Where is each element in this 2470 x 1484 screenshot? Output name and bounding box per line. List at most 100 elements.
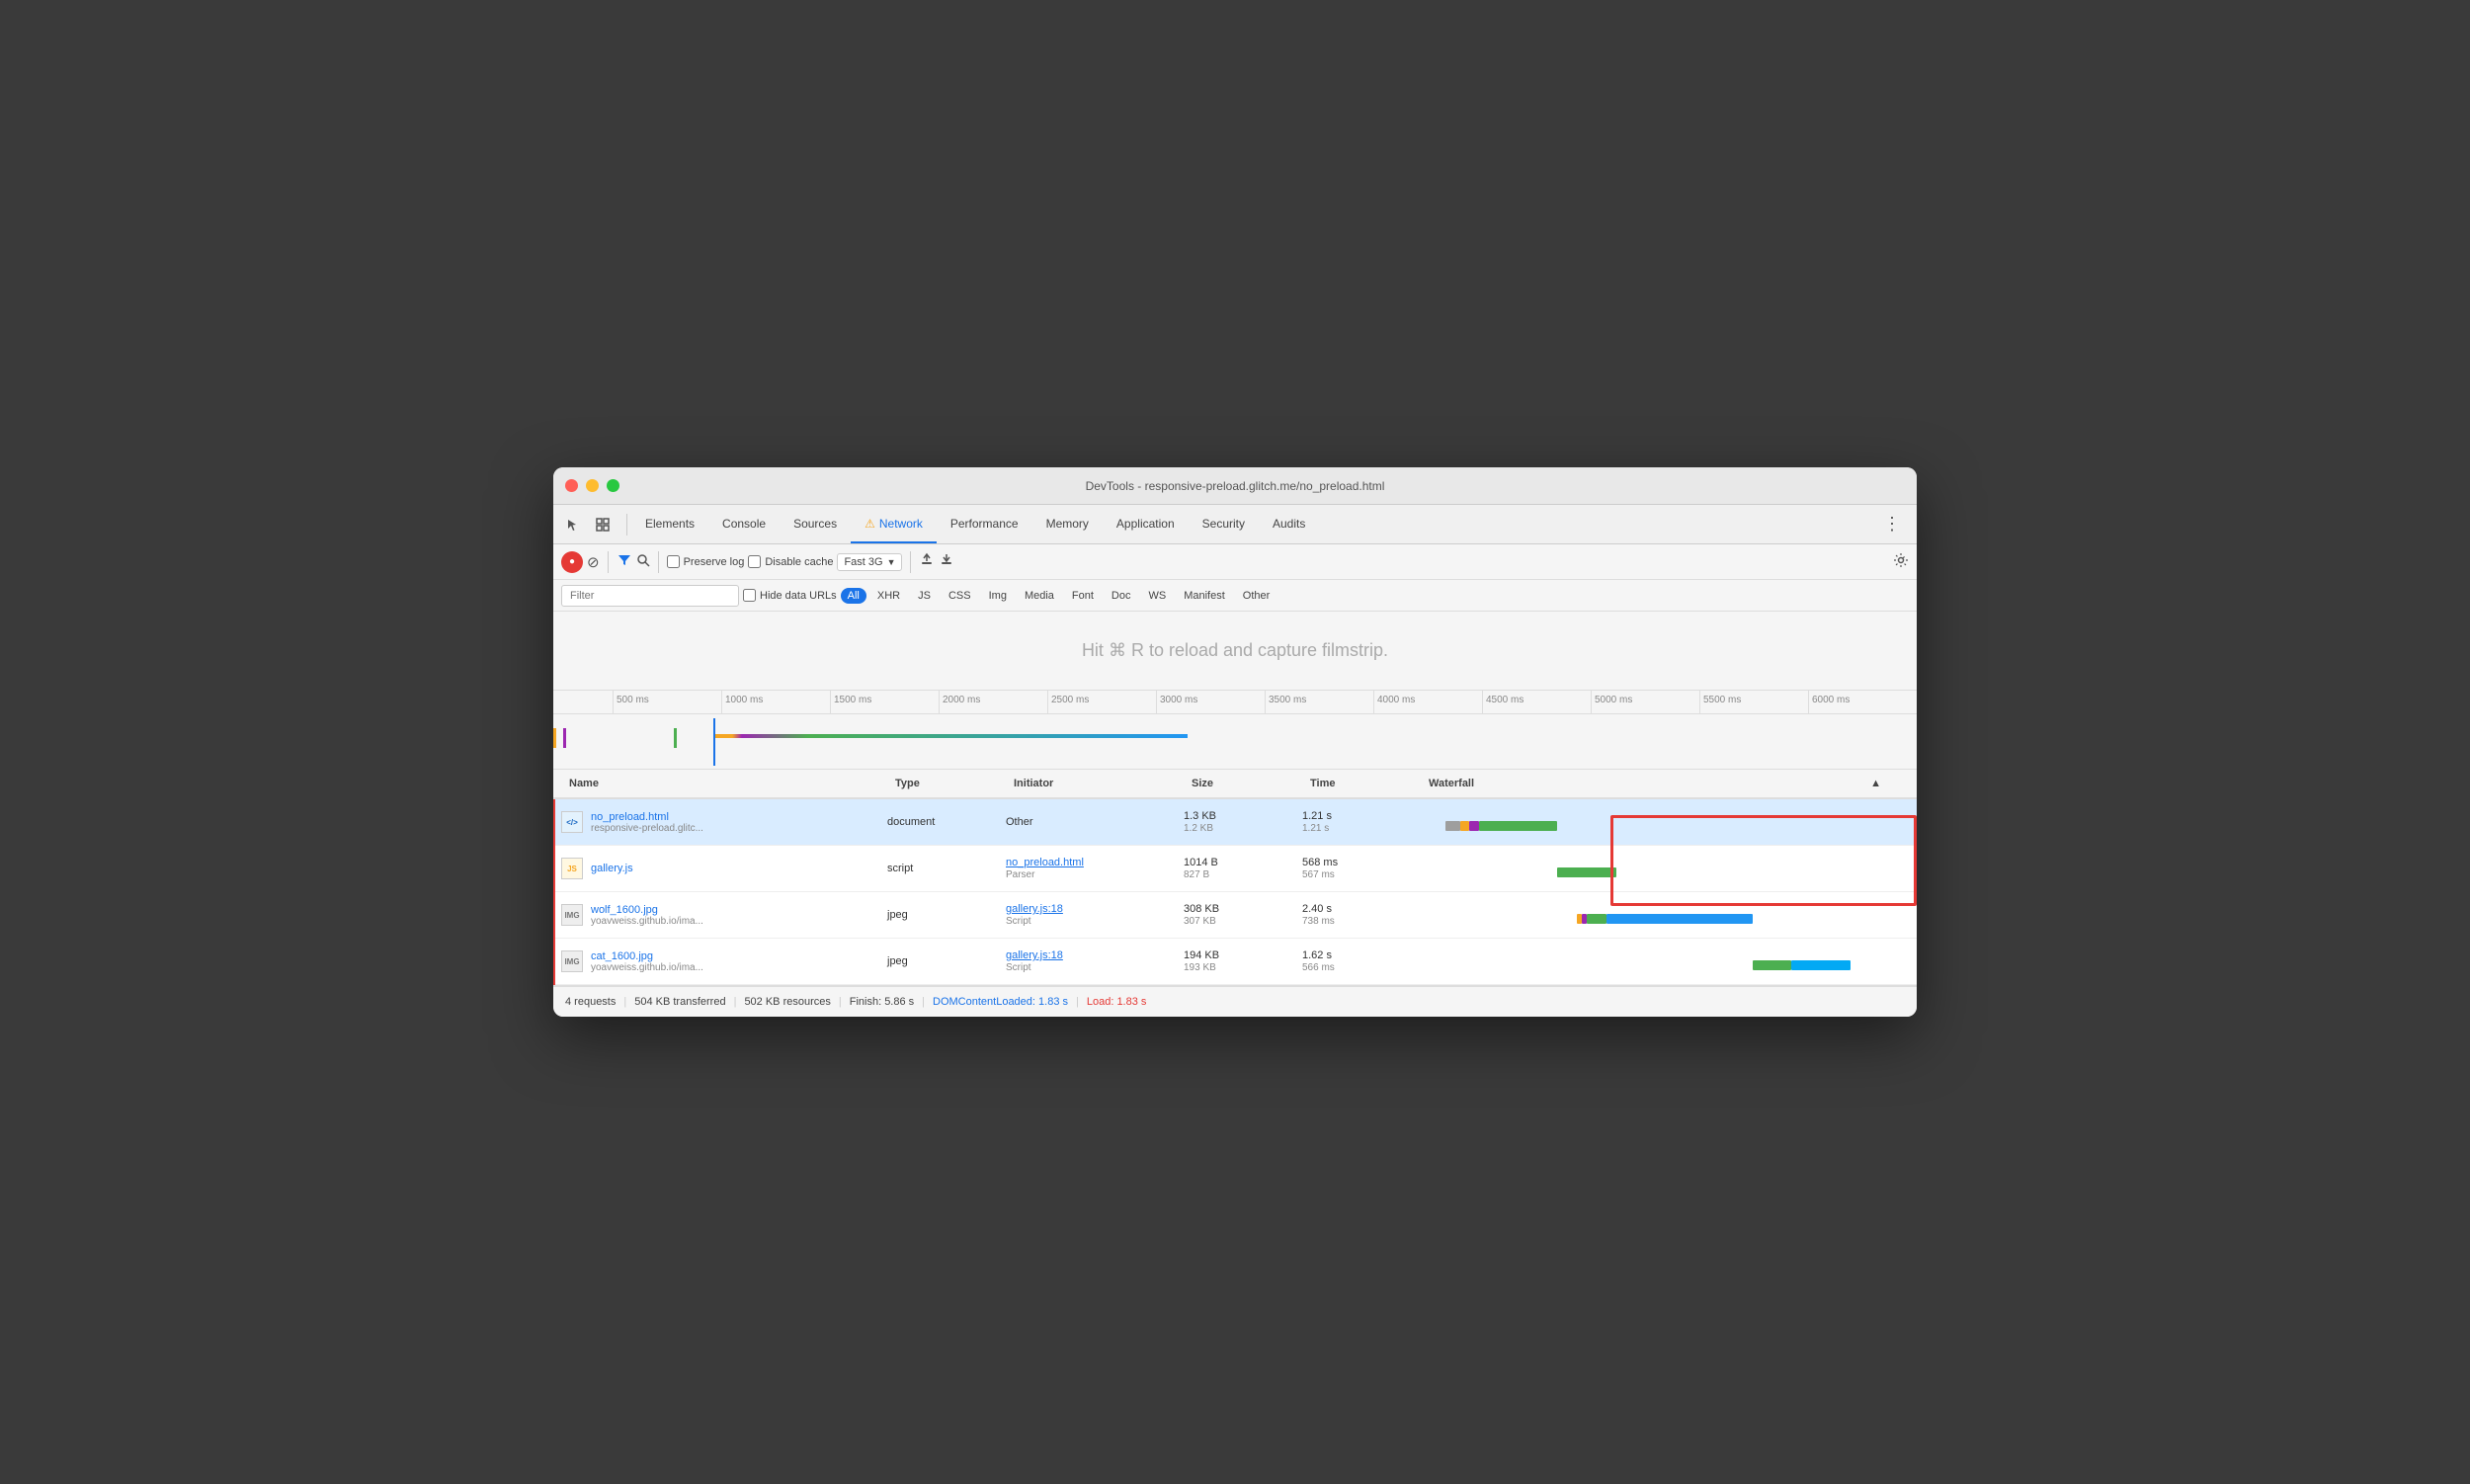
settings-icon[interactable]	[1893, 552, 1909, 571]
chevron-down-icon: ▼	[887, 557, 896, 567]
filter-js[interactable]: JS	[911, 588, 938, 604]
record-button[interactable]: ●	[561, 551, 583, 573]
disable-cache-checkbox[interactable]	[748, 555, 761, 568]
toolbar-separator-3	[910, 551, 911, 573]
tab-sources[interactable]: Sources	[780, 505, 851, 543]
tick-5000: 5000 ms	[1591, 691, 1699, 713]
td-waterfall-4	[1413, 939, 1917, 984]
filter-doc[interactable]: Doc	[1105, 588, 1138, 604]
filter-input[interactable]	[561, 585, 739, 607]
td-time-1: 1.21 s 1.21 s	[1294, 806, 1413, 838]
close-button[interactable]	[565, 479, 578, 492]
status-load: Load: 1.83 s	[1087, 996, 1147, 1008]
tick-2500: 2500 ms	[1047, 691, 1156, 713]
tick-5500: 5500 ms	[1699, 691, 1808, 713]
status-transferred: 504 KB transferred	[634, 996, 725, 1008]
file-icon-img1: IMG	[561, 904, 583, 926]
network-toolbar: ● ⊘ Preserve log Disable cache Fast 3G ▼	[553, 544, 1917, 580]
hide-data-urls-label[interactable]: Hide data URLs	[743, 589, 837, 602]
file-icon-html: </>	[561, 811, 583, 833]
filter-other[interactable]: Other	[1236, 588, 1277, 604]
tab-performance[interactable]: Performance	[937, 505, 1032, 543]
toolbar-separator-1	[608, 551, 609, 573]
th-time: Time	[1302, 778, 1421, 789]
timeline-bar-main	[713, 734, 1188, 738]
filter-manifest[interactable]: Manifest	[1177, 588, 1232, 604]
filter-xhr[interactable]: XHR	[870, 588, 907, 604]
filter-icon[interactable]	[617, 552, 632, 571]
timeline-vertical-blue	[713, 718, 715, 766]
td-name-4: IMG cat_1600.jpg yoavweiss.github.io/ima…	[553, 947, 879, 977]
td-name-3: IMG wolf_1600.jpg yoavweiss.github.io/im…	[553, 900, 879, 931]
tab-audits[interactable]: Audits	[1259, 505, 1319, 543]
wf-wait-4	[1753, 960, 1792, 970]
network-warning-icon: ⚠	[864, 517, 875, 531]
tab-memory[interactable]: Memory	[1032, 505, 1103, 543]
devtools-window: DevTools - responsive-preload.glitch.me/…	[553, 467, 1917, 1017]
tab-elements[interactable]: Elements	[631, 505, 708, 543]
status-finish: Finish: 5.86 s	[850, 996, 914, 1008]
td-waterfall-1	[1413, 799, 1917, 845]
preserve-log-label[interactable]: Preserve log	[667, 555, 745, 568]
wf-connect-1	[1469, 821, 1479, 831]
td-size-2: 1014 B 827 B	[1176, 853, 1294, 884]
wf-receive-3	[1606, 914, 1753, 924]
timeline-bar-orange	[553, 728, 556, 748]
hide-data-urls-checkbox[interactable]	[743, 589, 756, 602]
maximize-button[interactable]	[607, 479, 619, 492]
disable-cache-label[interactable]: Disable cache	[748, 555, 833, 568]
filter-ws[interactable]: WS	[1141, 588, 1173, 604]
table-row[interactable]: IMG wolf_1600.jpg yoavweiss.github.io/im…	[553, 892, 1917, 939]
filename-4: cat_1600.jpg	[591, 950, 703, 962]
th-name: Name	[561, 778, 887, 789]
preserve-log-checkbox[interactable]	[667, 555, 680, 568]
th-type: Type	[887, 778, 1006, 789]
table-row[interactable]: IMG cat_1600.jpg yoavweiss.github.io/ima…	[553, 939, 1917, 985]
table-row[interactable]: </> no_preload.html responsive-preload.g…	[553, 799, 1917, 846]
minimize-button[interactable]	[586, 479, 599, 492]
td-size-4: 194 KB 193 KB	[1176, 946, 1294, 977]
cursor-icon[interactable]	[561, 513, 585, 536]
throttle-select[interactable]: Fast 3G ▼	[837, 553, 902, 571]
filter-font[interactable]: Font	[1065, 588, 1101, 604]
td-type-1: document	[879, 812, 998, 832]
td-initiator-1: Other	[998, 812, 1176, 832]
filter-all[interactable]: All	[841, 588, 866, 604]
filter-css[interactable]: CSS	[942, 588, 978, 604]
td-type-2: script	[879, 859, 998, 878]
file-icon-js: JS	[561, 858, 583, 879]
tab-security[interactable]: Security	[1189, 505, 1259, 543]
th-waterfall[interactable]: Waterfall ▲	[1421, 778, 1889, 789]
import-icon[interactable]	[919, 552, 935, 571]
sort-asc-icon: ▲	[1870, 778, 1881, 789]
status-dom: DOMContentLoaded: 1.83 s	[933, 996, 1068, 1008]
toolbar-separator-2	[658, 551, 659, 573]
tab-console[interactable]: Console	[708, 505, 780, 543]
window-controls	[565, 479, 619, 492]
table-row[interactable]: JS gallery.js script no_preload.html Par…	[553, 846, 1917, 892]
tab-network[interactable]: ⚠ Network	[851, 505, 937, 543]
waterfall-vertical-line	[553, 799, 555, 985]
tab-application[interactable]: Application	[1103, 505, 1189, 543]
filename-3: wolf_1600.jpg	[591, 904, 703, 916]
more-tools-button[interactable]: ⋮	[1875, 514, 1909, 535]
fileurl-1: responsive-preload.glitc...	[591, 823, 703, 834]
td-time-2: 568 ms 567 ms	[1294, 853, 1413, 884]
export-icon[interactable]	[939, 552, 954, 571]
wf-stalled-1	[1445, 821, 1460, 831]
search-icon[interactable]	[636, 553, 650, 570]
timeline-bar-purple	[563, 728, 566, 748]
clear-button[interactable]: ⊘	[587, 553, 600, 571]
inspect-icon[interactable]	[591, 513, 615, 536]
timeline-bar-green	[674, 728, 677, 748]
filter-img[interactable]: Img	[982, 588, 1014, 604]
tab-icons	[561, 513, 615, 536]
network-table: Name Type Initiator Size Time Waterfall …	[553, 770, 1917, 985]
filename-2: gallery.js	[591, 863, 633, 874]
fileurl-3: yoavweiss.github.io/ima...	[591, 916, 703, 927]
td-size-1: 1.3 KB 1.2 KB	[1176, 806, 1294, 838]
filter-media[interactable]: Media	[1018, 588, 1061, 604]
td-time-3: 2.40 s 738 ms	[1294, 899, 1413, 931]
tick-2000: 2000 ms	[939, 691, 1047, 713]
timeline-ruler: 500 ms 1000 ms 1500 ms 2000 ms 2500 ms 3…	[553, 691, 1917, 770]
